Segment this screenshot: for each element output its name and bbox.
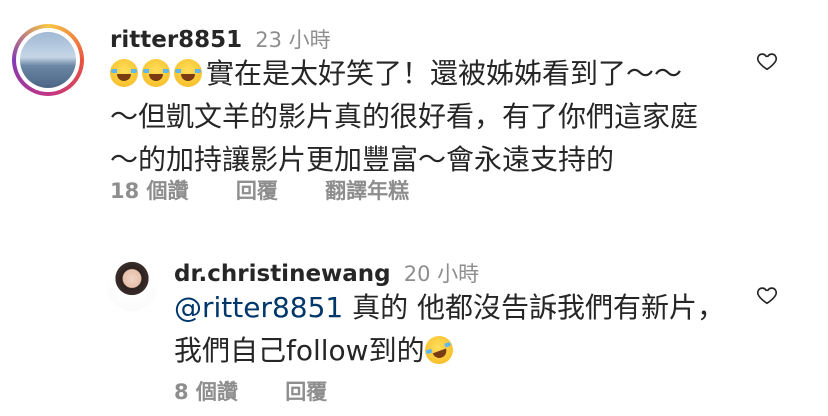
joy-emoji-icon (110, 59, 138, 87)
comment-likes-count[interactable]: 18 個讚 (110, 179, 189, 203)
comment-translate-button[interactable]: 翻譯年糕 (325, 179, 409, 203)
comment-username[interactable]: ritter8851 (110, 27, 242, 53)
reply-heart-outline-icon[interactable] (756, 284, 778, 306)
reply-reply-button[interactable]: 回覆 (285, 380, 327, 404)
comment-body: 實在是太好笑了！還被姊姊看到了～～ ～但凱文羊的影片真的很好看，有了你們這家庭 … (110, 52, 698, 181)
commenter-photo (20, 32, 76, 88)
heart-outline-icon[interactable] (756, 50, 778, 72)
reply-body: @ritter8851 真的 他都沒告訴我們有新片， 我們自己follow到的 (174, 286, 725, 372)
comment-reply-button[interactable]: 回覆 (236, 179, 278, 203)
comment-line-2: ～但凱文羊的影片真的很好看，有了你們這家庭 (110, 100, 699, 133)
reply-line-1: @ritter8851 真的 他都沒告訴我們有新片， (174, 291, 726, 324)
reply-line-2: 我們自己follow到的 (174, 329, 725, 372)
reply-likes-count[interactable]: 8 個讚 (174, 380, 238, 404)
reply-mention-link[interactable]: @ritter8851 (174, 291, 343, 324)
reply-username[interactable]: dr.christinewang (174, 261, 391, 287)
comment-meta: 18 個讚 回覆 翻譯年糕 (110, 175, 449, 205)
comment-time: 23 小時 (255, 28, 331, 52)
comment-header: ritter8851 23 小時 (110, 24, 331, 54)
reply-time: 20 小時 (403, 262, 480, 286)
reply-avatar[interactable] (107, 261, 157, 311)
reply-header: dr.christinewang 20 小時 (174, 258, 479, 288)
comment-line-1: 實在是太好笑了！還被姊姊看到了～～ (110, 52, 698, 95)
rofl-emoji-icon (420, 332, 457, 368)
joy-emoji-icon (174, 59, 202, 87)
joy-emoji-icon (142, 59, 170, 87)
reply-meta: 8 個讚 回覆 (174, 376, 367, 406)
commenter-avatar[interactable] (12, 24, 84, 96)
